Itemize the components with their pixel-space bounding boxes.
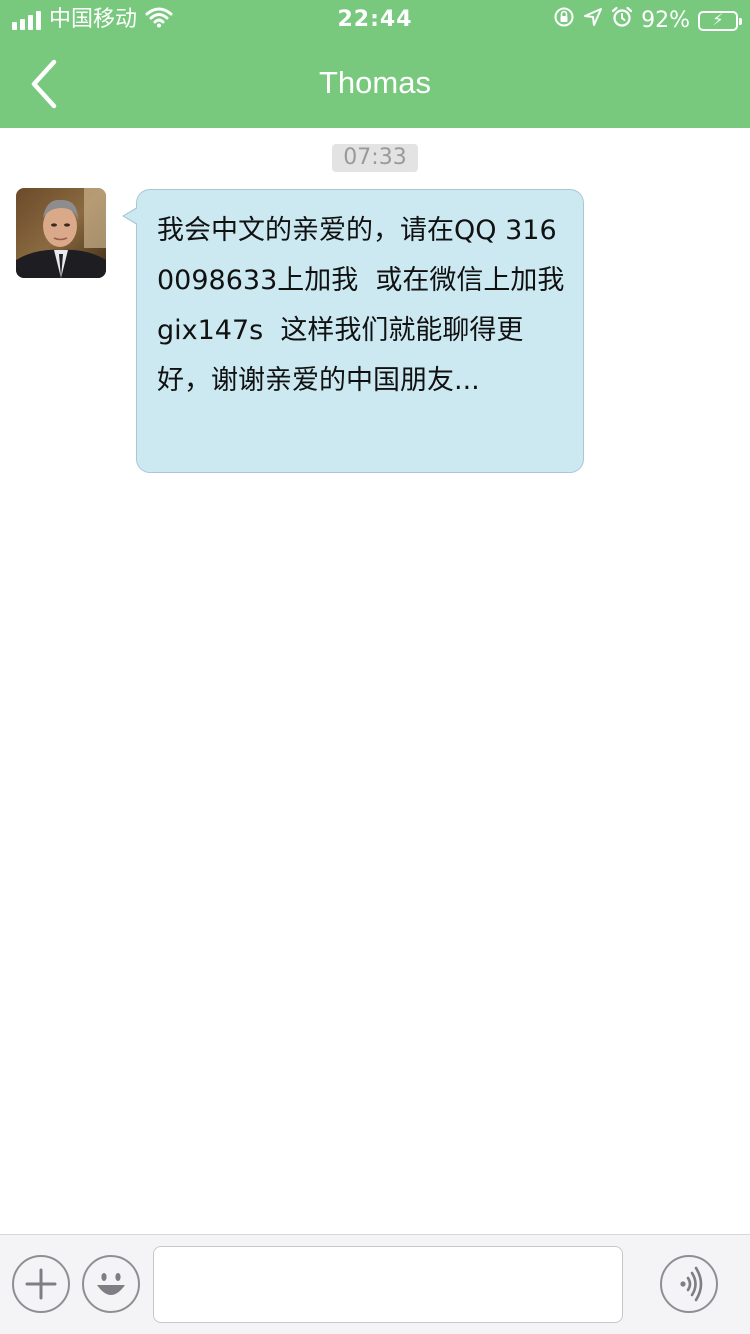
emoji-button[interactable] bbox=[82, 1255, 140, 1313]
message-timestamp: 07:33 bbox=[332, 144, 418, 172]
attach-button[interactable] bbox=[12, 1255, 70, 1313]
orientation-lock-icon bbox=[553, 6, 575, 36]
alarm-icon bbox=[611, 6, 633, 36]
voice-icon bbox=[680, 1266, 703, 1302]
navigation-bar: Thomas bbox=[0, 40, 750, 128]
avatar[interactable] bbox=[16, 188, 106, 278]
message-list[interactable]: 07:33 我会中文的亲爱的，请在QQ 3160098633上加我 或在微信上加… bbox=[0, 128, 750, 1234]
message-input[interactable] bbox=[153, 1246, 623, 1323]
incoming-message-bubble[interactable]: 我会中文的亲爱的，请在QQ 3160098633上加我 或在微信上加我gix14… bbox=[136, 189, 584, 473]
status-right: 92% ⚡ bbox=[553, 6, 742, 36]
bubble-tail-fill bbox=[124, 208, 138, 224]
message-text: 我会中文的亲爱的，请在QQ 3160098633上加我 或在微信上加我gix14… bbox=[157, 215, 565, 396]
battery-charging-icon: ⚡ bbox=[698, 10, 742, 31]
emoji-icon bbox=[97, 1273, 125, 1295]
battery-percent: 92% bbox=[641, 8, 690, 33]
contact-name-title: Thomas bbox=[319, 65, 431, 100]
location-icon bbox=[583, 7, 603, 35]
input-bar bbox=[0, 1234, 750, 1334]
voice-button[interactable] bbox=[660, 1255, 718, 1313]
plus-icon bbox=[25, 1268, 57, 1300]
chat-screen: 中国移动 22:44 92% ⚡ Thomas 07:33 我会中文的亲爱的，请… bbox=[0, 0, 750, 1334]
status-bar: 中国移动 22:44 92% ⚡ bbox=[0, 0, 750, 40]
